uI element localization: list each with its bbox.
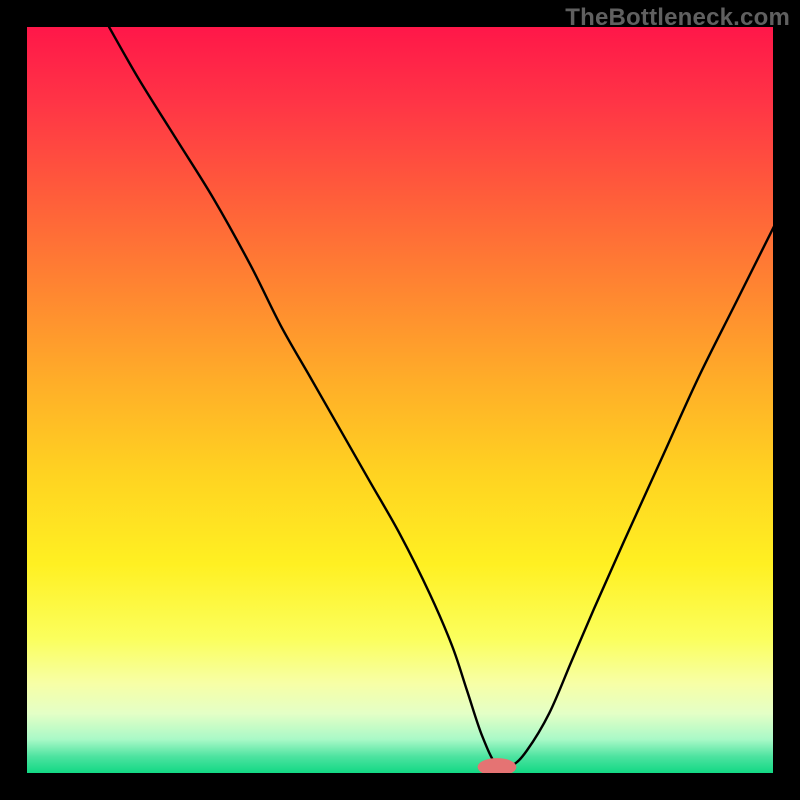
plot-area — [27, 27, 773, 773]
plot-svg — [27, 27, 773, 773]
watermark-text: TheBottleneck.com — [565, 4, 790, 32]
gradient-background — [27, 27, 773, 773]
chart-frame: TheBottleneck.com — [0, 0, 800, 800]
